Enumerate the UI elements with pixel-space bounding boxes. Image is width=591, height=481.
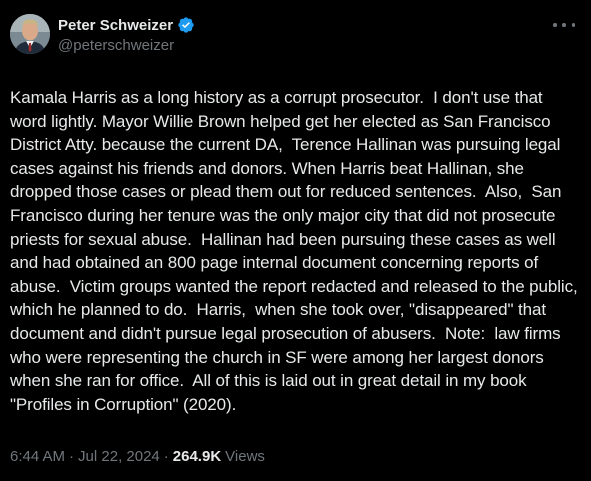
avatar-photo-icon [10, 14, 50, 54]
tweet-date[interactable]: Jul 22, 2024 [78, 448, 160, 465]
dot [571, 23, 575, 27]
author-names: Peter Schweizer @peterschweizer [58, 15, 195, 54]
display-name[interactable]: Peter Schweizer [58, 17, 173, 34]
name-row: Peter Schweizer [58, 15, 195, 35]
tweet-text: Kamala Harris as a long history as a cor… [10, 88, 587, 414]
tweet-time[interactable]: 6:44 AM [10, 448, 65, 465]
dot [553, 23, 557, 27]
views-label: Views [225, 448, 265, 465]
dot [562, 23, 566, 27]
verified-badge-icon [177, 16, 195, 34]
more-options-ellipsis-icon[interactable] [553, 18, 575, 32]
tweet-meta: 6:44 AM · Jul 22, 2024 · 264.9K Views [10, 448, 265, 465]
avatar[interactable] [10, 14, 50, 54]
views-count: 264.9K [172, 448, 222, 465]
meta-separator: · [163, 448, 169, 465]
tweet-header: Peter Schweizer @peterschweizer [10, 12, 581, 60]
tweet-card: Peter Schweizer @peterschweizer Kamala H… [0, 0, 591, 481]
author-handle[interactable]: @peterschweizer [58, 37, 195, 54]
meta-separator: · [69, 448, 75, 465]
